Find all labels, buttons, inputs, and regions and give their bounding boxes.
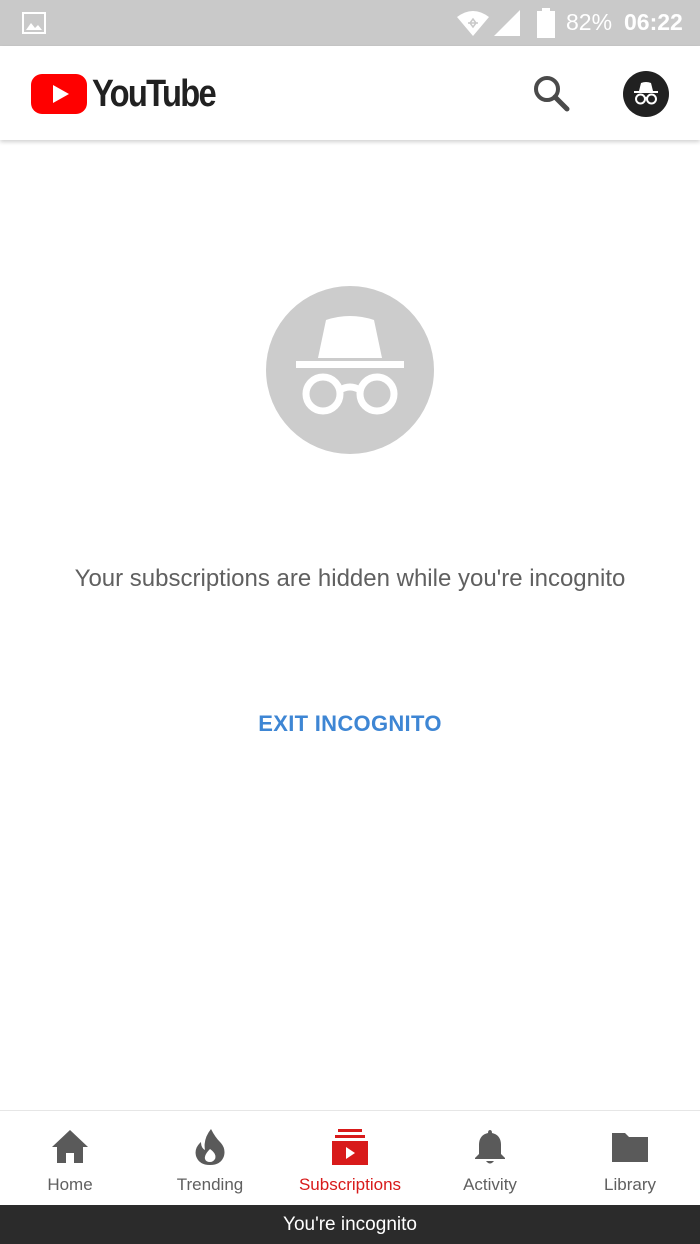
wifi-icon	[457, 11, 489, 36]
app-bar: YouTube	[0, 46, 700, 140]
nav-item-activity[interactable]: Activity	[420, 1111, 560, 1206]
youtube-logo-icon	[31, 74, 87, 114]
status-bar: 82% 06:22	[0, 0, 700, 46]
brand-name: YouTube	[92, 72, 217, 115]
hidden-subscriptions-message: Your subscriptions are hidden while you'…	[74, 565, 626, 592]
nav-label-subscriptions: Subscriptions	[298, 1175, 402, 1194]
youtube-logo[interactable]: YouTube	[31, 73, 235, 115]
search-icon[interactable]	[530, 72, 572, 114]
gallery-icon	[22, 12, 46, 34]
nav-label-activity: Activity	[463, 1175, 517, 1194]
incognito-illustration	[266, 286, 434, 454]
signal-icon	[494, 10, 520, 36]
clock: 06:22	[624, 9, 683, 35]
incognito-icon	[296, 316, 404, 415]
incognito-avatar-icon	[634, 82, 658, 105]
exit-incognito-button[interactable]: EXIT INCOGNITO	[230, 703, 470, 745]
bottom-navigation: Home Trending Subscriptions Activity Lib…	[0, 1110, 700, 1205]
nav-label-library: Library	[604, 1175, 656, 1194]
account-button[interactable]	[623, 71, 669, 117]
nav-item-trending[interactable]: Trending	[140, 1111, 280, 1206]
nav-item-library[interactable]: Library	[560, 1111, 700, 1206]
folder-icon	[612, 1133, 648, 1162]
battery-icon	[537, 8, 555, 38]
subscriptions-icon	[332, 1129, 368, 1165]
nav-item-subscriptions[interactable]: Subscriptions	[280, 1111, 420, 1206]
nav-label-home: Home	[47, 1175, 93, 1194]
incognito-status-bar: You're incognito	[0, 1205, 700, 1244]
battery-percent: 82%	[566, 9, 613, 35]
home-icon	[52, 1130, 88, 1163]
nav-label-trending: Trending	[176, 1175, 244, 1194]
trending-flame-icon	[195, 1129, 225, 1165]
nav-item-home[interactable]: Home	[0, 1111, 140, 1206]
bell-icon	[475, 1130, 505, 1164]
